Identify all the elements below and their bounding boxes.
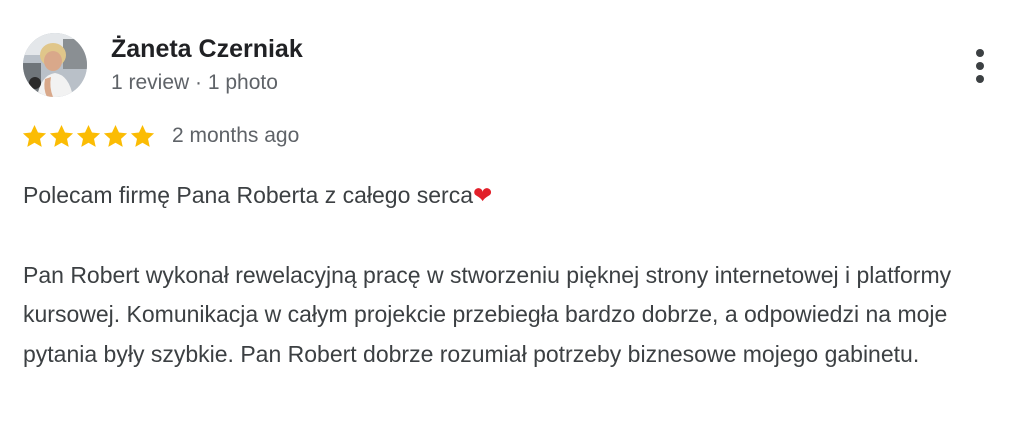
star-icon: [22, 124, 47, 147]
more-options-button[interactable]: [962, 46, 998, 86]
more-vertical-icon: [976, 49, 984, 57]
author-name[interactable]: Żaneta Czerniak: [111, 35, 303, 64]
review-text-line1: Polecam firmę Pana Roberta z całego serc…: [23, 176, 998, 217]
star-icon: [130, 124, 155, 147]
star-icon: [49, 124, 74, 147]
heart-emoji-icon: ❤: [473, 183, 493, 209]
review-text: Polecam firmę Pana Roberta z całego serc…: [23, 176, 998, 374]
rating-row: 2 months ago: [21, 121, 299, 151]
review-text-paragraph: Pan Robert wykonał rewelacyjną pracę w s…: [23, 261, 952, 367]
review-text-line1-text: Polecam firmę Pana Roberta z całego serc…: [23, 182, 473, 208]
avatar[interactable]: [23, 33, 87, 97]
review-card: Żaneta Czerniak 1 review · 1 photo 2 mon…: [0, 0, 1026, 434]
avatar-photo: [23, 33, 87, 97]
star-icon: [103, 124, 128, 147]
star-rating: [21, 123, 156, 150]
star-icon: [76, 124, 101, 147]
more-vertical-icon-dot: [976, 75, 984, 83]
author-meta: 1 review · 1 photo: [111, 71, 278, 94]
review-time: 2 months ago: [172, 124, 300, 147]
more-vertical-icon-dot: [976, 62, 984, 70]
